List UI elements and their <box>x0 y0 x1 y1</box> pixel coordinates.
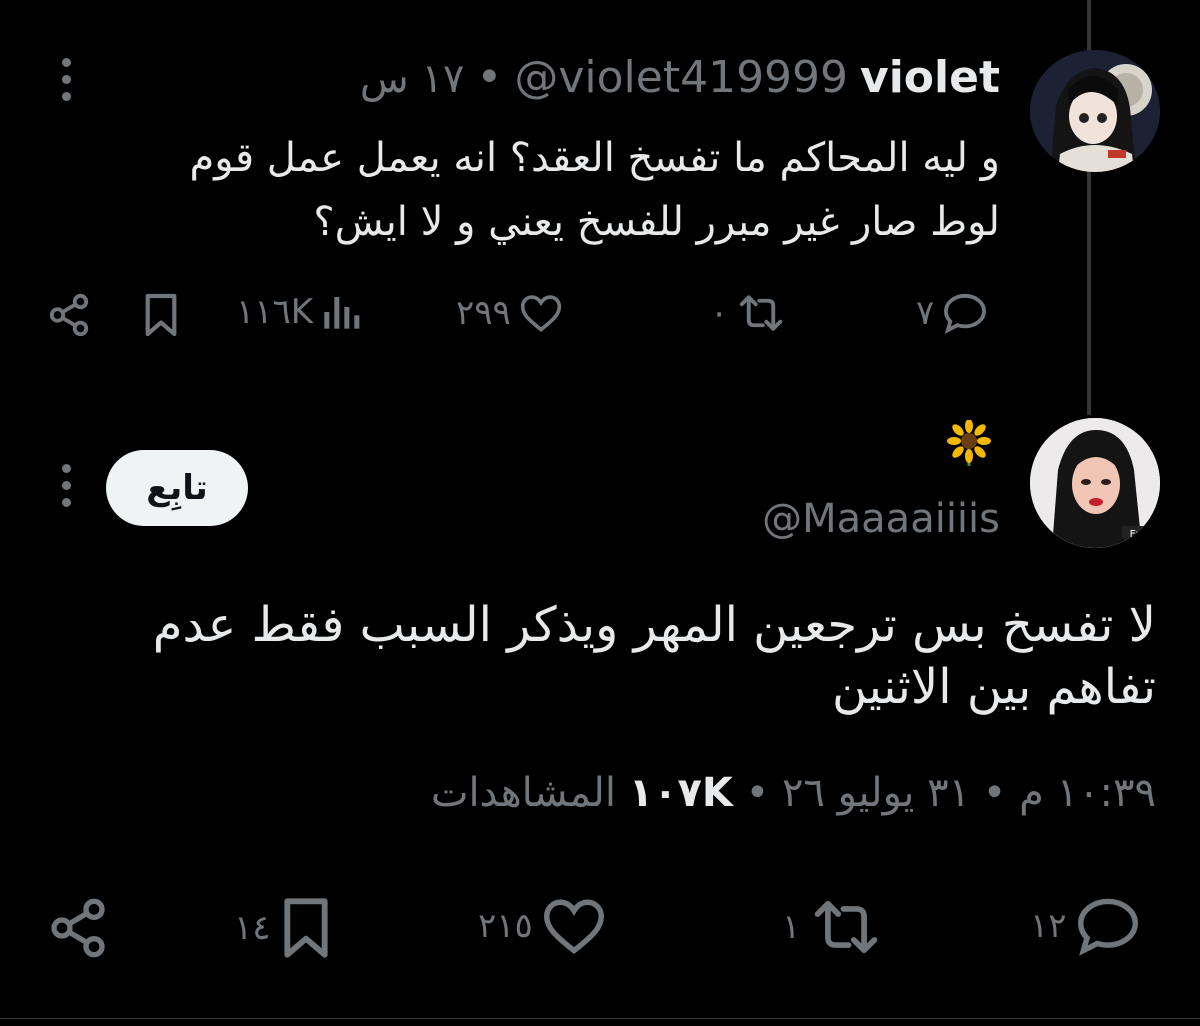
tweet1-header: ١٧ س • @violet419999 violet <box>360 52 1000 103</box>
share-icon <box>51 898 105 958</box>
tweet1-reply-count: ٧ <box>916 293 935 333</box>
svg-text:Ew.: Ew. <box>1130 529 1147 540</box>
reply-bubble-icon <box>1077 898 1138 956</box>
tweet1-like-button[interactable]: ٢٩٩ <box>456 292 563 334</box>
heart-icon <box>543 899 604 955</box>
tweet1-reply-button[interactable]: ٧ <box>916 292 988 334</box>
tweet2-bookmark-count: ١٤ <box>234 908 271 948</box>
tweet1-views-button[interactable]: ١١٦K <box>236 292 361 332</box>
tweet1-repost-button[interactable]: ٠ <box>710 292 786 334</box>
tweet2-meta: ١٠:٣٩ م • ٣١ يوليو ٢٦ • ١٠٧K المشاهدات <box>431 770 1156 816</box>
sunflower-emoji-icon <box>946 419 992 466</box>
tweet2-views-count: ١٠٧K <box>628 770 733 816</box>
tweet1-display-name[interactable]: violet <box>860 52 1000 103</box>
views-chart-icon <box>324 297 360 329</box>
tweet1-text-line2: لوط صار غير مبرر للفسخ يعني و لا ايش؟ <box>313 199 1000 245</box>
bookmark-icon <box>283 898 328 958</box>
tweet2-timestamp[interactable]: ١٠:٣٩ م • ٣١ يوليو ٢٦ • <box>746 770 1156 816</box>
tweet2-text: لا تفسخ بس ترجعين المهر ويذكر السبب فقط … <box>56 594 1156 718</box>
tweet2-share-button[interactable] <box>46 896 110 960</box>
tweet2-text-line1: لا تفسخ بس ترجعين المهر ويذكر السبب فقط … <box>152 597 1156 653</box>
tweet2-more-icon[interactable] <box>62 464 72 507</box>
tweet2-like-button[interactable]: ٢١٥ <box>478 896 607 956</box>
share-icon <box>49 293 89 337</box>
tweet1-text: و ليه المحاكم ما تفسخ العقد؟ انه يعمل عم… <box>100 126 1000 254</box>
avatar-violet[interactable] <box>1030 50 1160 172</box>
repost-icon <box>740 295 783 331</box>
heart-icon <box>520 295 561 332</box>
tweet2-repost-button[interactable]: ١ <box>782 896 884 958</box>
tweet2-handle[interactable]: @Maaaaiiiis <box>762 496 1000 542</box>
avatar-cartoon-girl-icon: Ew. <box>1030 418 1160 548</box>
bottom-divider <box>0 1018 1200 1019</box>
tweet2-bookmark-button[interactable]: ١٤ <box>234 896 333 960</box>
tweet1-share-button[interactable] <box>46 292 92 338</box>
tweet1-separator: • <box>476 52 503 103</box>
repost-icon <box>815 900 878 954</box>
tweet1-time[interactable]: ١٧ س <box>360 56 465 102</box>
bookmark-icon <box>145 293 177 337</box>
tweet2-repost-count: ١ <box>782 907 801 947</box>
tweet2-reply-count: ١٢ <box>1030 906 1067 946</box>
tweet2-like-count: ٢١٥ <box>478 906 533 946</box>
tweet1-more-icon[interactable] <box>62 58 72 101</box>
avatar-illustration-icon <box>1030 50 1160 172</box>
tweet2-text-line2: تفاهم بين الاثنين <box>832 659 1156 715</box>
avatar-maaaaiiiis[interactable]: Ew. <box>1030 418 1160 548</box>
tweet2-views-label: المشاهدات <box>430 770 616 816</box>
follow-button[interactable]: تابِع <box>106 450 248 526</box>
reply-bubble-icon <box>944 293 987 334</box>
tweet1-views-count: ١١٦K <box>236 292 314 332</box>
tweet1-repost-count: ٠ <box>710 293 729 333</box>
tweet1-like-count: ٢٩٩ <box>456 293 511 333</box>
tweet1-text-line1: و ليه المحاكم ما تفسخ العقد؟ انه يعمل عم… <box>189 135 1000 181</box>
tweet1-handle[interactable]: @violet419999 <box>514 52 848 103</box>
tweet1-bookmark-button[interactable] <box>142 292 180 338</box>
tweet2-reply-button[interactable]: ١٢ <box>1030 896 1141 956</box>
